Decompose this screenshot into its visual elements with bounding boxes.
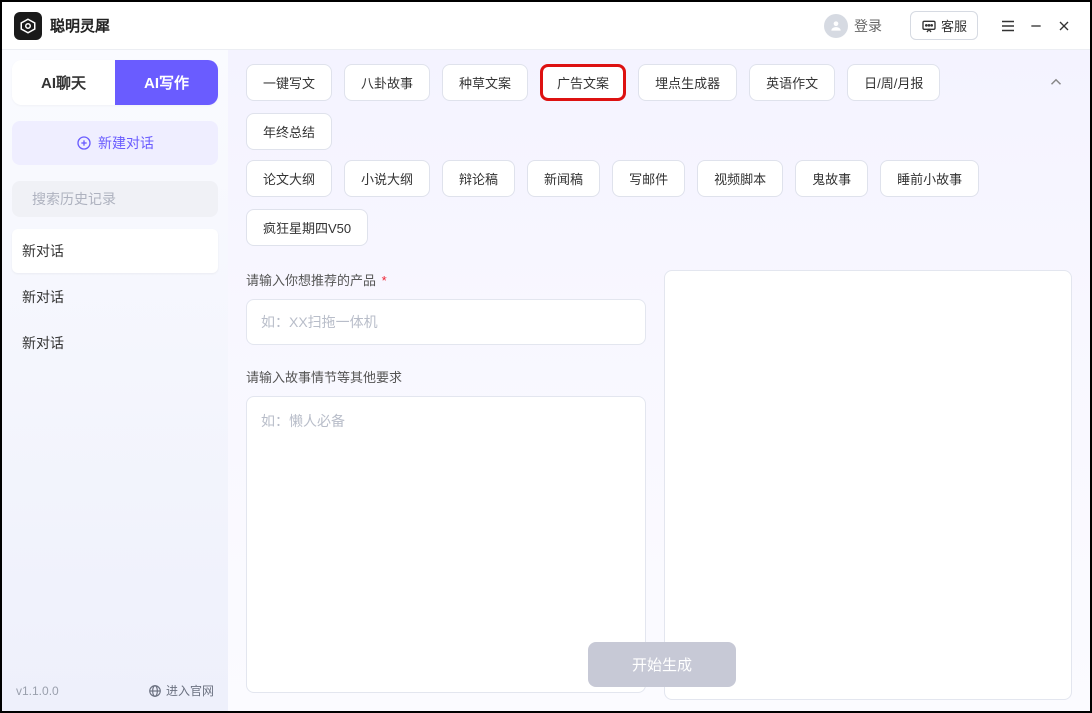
collapse-templates-button[interactable] [1040, 66, 1072, 98]
template-grid: 一键写文八卦故事种草文案广告文案埋点生成器英语作文日/周/月报年终总结 论文大纲… [246, 64, 1028, 246]
template-button[interactable]: 日/周/月报 [847, 64, 940, 101]
story-textarea[interactable] [246, 396, 646, 693]
story-field-label: 请输入故事情节等其他要求 [246, 367, 646, 386]
generate-button[interactable]: 开始生成 [588, 642, 736, 687]
template-button[interactable]: 论文大纲 [246, 160, 332, 197]
output-panel [664, 270, 1072, 700]
login-button[interactable]: 登录 [824, 14, 882, 38]
template-button[interactable]: 年终总结 [246, 113, 332, 150]
required-marker: * [378, 273, 387, 288]
app-title: 聪明灵犀 [50, 15, 110, 36]
titlebar: 聪明灵犀 登录 客服 [2, 2, 1090, 50]
tab-ai-chat[interactable]: AI聊天 [12, 60, 115, 105]
version-label: v1.1.0.0 [16, 684, 59, 698]
support-label: 客服 [941, 16, 967, 35]
output-column [664, 270, 1072, 693]
template-button[interactable]: 埋点生成器 [638, 64, 737, 101]
template-button[interactable]: 八卦故事 [344, 64, 430, 101]
new-chat-label: 新建对话 [98, 133, 154, 153]
mode-tabs: AI聊天 AI写作 [12, 60, 218, 105]
form-column: 请输入你想推荐的产品 * 请输入故事情节等其他要求 [246, 270, 646, 693]
template-button[interactable]: 小说大纲 [344, 160, 430, 197]
template-button[interactable]: 写邮件 [612, 160, 685, 197]
tab-ai-write[interactable]: AI写作 [115, 60, 218, 105]
search-input[interactable] [32, 191, 213, 207]
menu-icon [999, 17, 1017, 35]
template-button[interactable]: 疯狂星期四V50 [246, 209, 368, 246]
search-box[interactable] [12, 181, 218, 217]
support-button[interactable]: 客服 [910, 11, 978, 40]
product-field-label: 请输入你想推荐的产品 * [246, 270, 646, 289]
history-item[interactable]: 新对话 [12, 321, 218, 365]
history-item[interactable]: 新对话 [12, 275, 218, 319]
history-list: 新对话 新对话 新对话 [12, 229, 218, 365]
template-button[interactable]: 英语作文 [749, 64, 835, 101]
close-icon [1056, 18, 1072, 34]
template-button[interactable]: 鬼故事 [795, 160, 868, 197]
history-item[interactable]: 新对话 [12, 229, 218, 273]
template-button[interactable]: 种草文案 [442, 64, 528, 101]
login-label: 登录 [854, 16, 882, 36]
minimize-button[interactable] [1022, 12, 1050, 40]
plus-circle-icon [76, 135, 92, 151]
template-button[interactable]: 视频脚本 [697, 160, 783, 197]
chevron-up-icon [1047, 73, 1065, 91]
app-logo-icon [14, 12, 42, 40]
user-avatar-icon [824, 14, 848, 38]
globe-icon [148, 684, 162, 698]
official-site-link[interactable]: 进入官网 [148, 682, 214, 699]
template-button[interactable]: 广告文案 [540, 64, 626, 101]
template-button[interactable]: 辩论稿 [442, 160, 515, 197]
template-button[interactable]: 一键写文 [246, 64, 332, 101]
template-button[interactable]: 睡前小故事 [880, 160, 979, 197]
menu-button[interactable] [994, 12, 1022, 40]
template-button[interactable]: 新闻稿 [527, 160, 600, 197]
new-chat-button[interactable]: 新建对话 [12, 121, 218, 165]
site-link-label: 进入官网 [166, 682, 214, 699]
minimize-icon [1028, 18, 1044, 34]
chat-icon [921, 18, 937, 34]
sidebar: AI聊天 AI写作 新建对话 新对话 新对话 新对话 v1.1.0.0 进入官网 [2, 50, 228, 711]
content-area: 一键写文八卦故事种草文案广告文案埋点生成器英语作文日/周/月报年终总结 论文大纲… [228, 50, 1090, 711]
product-input[interactable] [246, 299, 646, 345]
close-button[interactable] [1050, 12, 1078, 40]
